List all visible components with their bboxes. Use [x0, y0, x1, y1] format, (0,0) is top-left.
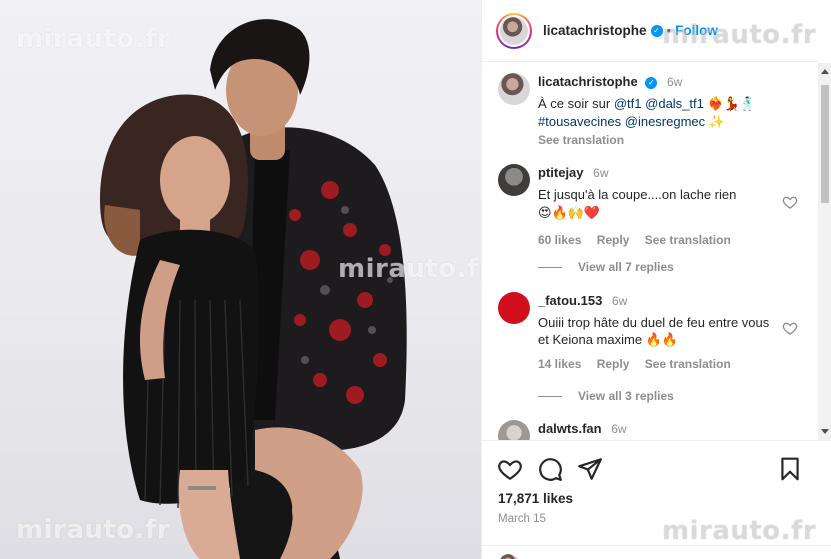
see-translation-link[interactable]: See translation	[645, 357, 731, 371]
commenter-avatar[interactable]	[498, 292, 530, 324]
author-avatar[interactable]	[496, 12, 532, 49]
scroll-up-icon[interactable]	[821, 69, 829, 74]
heart-icon[interactable]	[497, 456, 523, 482]
mention-link[interactable]: @tf1	[614, 96, 642, 111]
comment-item: _fatou.153 6w Ouiii trop hâte du duel de…	[498, 292, 798, 372]
caption-time: 6w	[666, 75, 683, 89]
heart-icon[interactable]	[782, 320, 798, 336]
comments-list[interactable]: licatachristophe ✓ 6w À ce soir sur @tf1…	[482, 63, 818, 440]
likes-count[interactable]: 17,871 likes	[498, 491, 573, 506]
comment-text: Ouiii trop hâte du duel de feu entre vou…	[538, 315, 770, 347]
scroll-thumb[interactable]	[821, 85, 829, 203]
caption-emojis: ❤️‍🔥💃🕺🏻	[707, 97, 757, 112]
commenter-username[interactable]: _fatou.153	[538, 293, 602, 308]
mention-link[interactable]: @inesregmec	[625, 114, 705, 129]
view-replies-label: View all 7 replies	[578, 260, 674, 274]
author-username[interactable]: licatachristophe	[543, 23, 647, 38]
scroll-down-icon[interactable]	[821, 429, 829, 434]
comment-item: ptitejay 6w Et jusqu'à la coupe....on la…	[498, 164, 798, 247]
hashtag-link[interactable]: #tousavecines	[538, 114, 621, 129]
reply-button[interactable]: Reply	[597, 357, 630, 371]
commenter-username[interactable]: dalwts.fan	[538, 421, 602, 436]
commenter-avatar[interactable]	[498, 164, 530, 196]
post-date: March 15	[498, 513, 546, 525]
watermark-bottom: mirauto.fr	[16, 515, 171, 545]
caption-username[interactable]: licatachristophe	[538, 74, 638, 89]
comment-text: Et jusqu'à la coupe....on lache rien	[538, 187, 737, 202]
comments-scrollbar[interactable]	[818, 63, 831, 440]
verified-badge-icon: ✓	[650, 24, 663, 37]
see-translation-link[interactable]: See translation	[645, 233, 731, 247]
view-replies-button[interactable]: View all 7 replies	[538, 260, 674, 274]
bookmark-icon[interactable]	[777, 456, 803, 482]
post-header: licatachristophe ✓ • Follow mirauto.fr	[482, 0, 818, 62]
comment-icon[interactable]	[537, 456, 563, 482]
replies-divider	[538, 395, 562, 397]
caption-avatar[interactable]	[498, 73, 530, 105]
reply-button[interactable]: Reply	[597, 233, 630, 247]
watermark-panel-bottom: mirauto.fr	[662, 516, 817, 546]
post-side-panel: licatachristophe ✓ • Follow mirauto.fr l…	[481, 0, 831, 559]
comment-time: 6w	[593, 166, 609, 180]
comment-item: dalwts.fan 6w	[498, 420, 798, 440]
replies-divider	[538, 266, 562, 268]
watermark-top: mirauto.fr	[16, 24, 171, 54]
watermark-middle: mirauto.fr	[338, 254, 481, 284]
share-icon[interactable]	[577, 456, 603, 482]
view-replies-label: View all 3 replies	[578, 389, 674, 403]
commenter-avatar[interactable]	[498, 420, 530, 440]
comment-time: 6w	[611, 294, 628, 308]
add-comment-bar	[482, 545, 831, 559]
post-photo[interactable]: mirauto.fr mirauto.fr mirauto.fr	[0, 0, 481, 559]
heart-icon[interactable]	[782, 194, 798, 210]
mention-link[interactable]: @dals_tf1	[645, 96, 704, 111]
view-replies-button[interactable]: View all 3 replies	[538, 389, 674, 403]
verified-badge-icon: ✓	[645, 76, 658, 89]
comment-time: 6w	[611, 422, 627, 436]
commenter-username[interactable]: ptitejay	[538, 165, 584, 180]
see-translation-link[interactable]: See translation	[538, 133, 624, 147]
watermark-header: mirauto.fr	[662, 20, 817, 50]
caption-emoji: ✨	[708, 115, 725, 130]
caption-text: À ce soir sur	[538, 96, 614, 111]
post-actions: 17,871 likes March 15 mirauto.fr	[482, 440, 831, 559]
comment-likes[interactable]: 14 likes	[538, 357, 581, 371]
current-user-avatar	[498, 554, 520, 559]
comment-emojis: 😍🔥🙌❤️	[538, 206, 601, 221]
comment-likes[interactable]: 60 likes	[538, 233, 581, 247]
